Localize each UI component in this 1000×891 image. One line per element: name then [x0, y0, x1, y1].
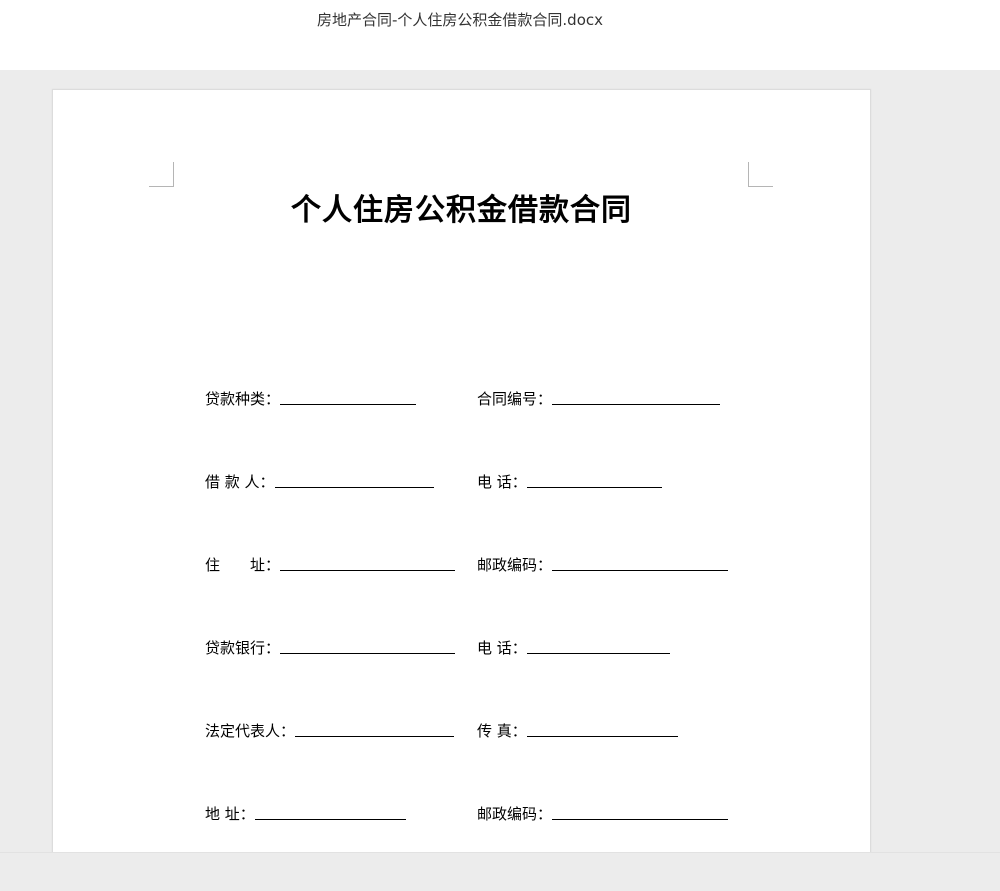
fill-in-line	[552, 570, 729, 571]
fill-in-line	[552, 819, 729, 820]
margin-corner-top-left	[149, 162, 174, 187]
borrower-postcode-field: 邮政编码：	[477, 551, 729, 575]
borrower-field: 借 款 人：	[205, 468, 434, 492]
fill-in-line	[526, 653, 670, 654]
fill-in-line	[280, 653, 456, 654]
form-row: 地 址： 邮政编码：	[53, 800, 870, 824]
field-label: 邮政编码：	[477, 805, 553, 823]
fill-in-line	[274, 487, 434, 488]
bank-postcode-field: 邮政编码：	[477, 800, 729, 824]
fill-in-line	[295, 736, 455, 737]
field-label: 贷款银行：	[205, 639, 281, 657]
residence-address-field: 住 址：	[205, 551, 456, 575]
fax-field: 传 真：	[477, 717, 678, 741]
fill-in-line	[254, 819, 406, 820]
field-label: 法定代表人：	[205, 722, 296, 740]
form-row: 贷款种类： 合同编号：	[53, 385, 870, 409]
contract-number-field: 合同编号：	[477, 385, 721, 409]
document-page: 个人住房公积金借款合同 贷款种类： 合同编号： 借 款 人： 电 话： 住 址：…	[52, 89, 871, 852]
fill-in-line	[526, 736, 678, 737]
field-label: 地 址：	[205, 805, 255, 823]
field-label: 贷款种类：	[205, 390, 281, 408]
fill-in-line	[280, 570, 456, 571]
legal-representative-field: 法定代表人：	[205, 717, 455, 741]
field-label: 住 址：	[205, 556, 281, 574]
form-row: 借 款 人： 电 话：	[53, 468, 870, 492]
fill-in-line	[552, 404, 721, 405]
field-label: 合同编号：	[477, 390, 553, 408]
form-row: 法定代表人： 传 真：	[53, 717, 870, 741]
field-label: 传 真：	[477, 722, 527, 740]
lending-bank-field: 贷款银行：	[205, 634, 456, 658]
fill-in-line	[280, 404, 417, 405]
bottom-bar	[0, 852, 1000, 891]
form-row: 贷款银行： 电 话：	[53, 634, 870, 658]
title-bar: 房地产合同-个人住房公积金借款合同.docx	[0, 0, 1000, 70]
margin-corner-top-right	[748, 162, 773, 187]
document-filename: 房地产合同-个人住房公积金借款合同.docx	[316, 11, 603, 29]
field-label: 电 话：	[477, 639, 527, 657]
bank-phone-field: 电 话：	[477, 634, 670, 658]
borrower-phone-field: 电 话：	[477, 468, 662, 492]
loan-type-field: 贷款种类：	[205, 385, 417, 409]
bank-address-field: 地 址：	[205, 800, 406, 824]
field-label: 电 话：	[477, 473, 527, 491]
field-label: 邮政编码：	[477, 556, 553, 574]
contract-heading: 个人住房公积金借款合同	[291, 193, 632, 228]
fill-in-line	[526, 487, 662, 488]
field-label: 借 款 人：	[205, 473, 275, 491]
document-viewport[interactable]: 个人住房公积金借款合同 贷款种类： 合同编号： 借 款 人： 电 话： 住 址：…	[0, 70, 1000, 852]
form-row: 住 址： 邮政编码：	[53, 551, 870, 575]
